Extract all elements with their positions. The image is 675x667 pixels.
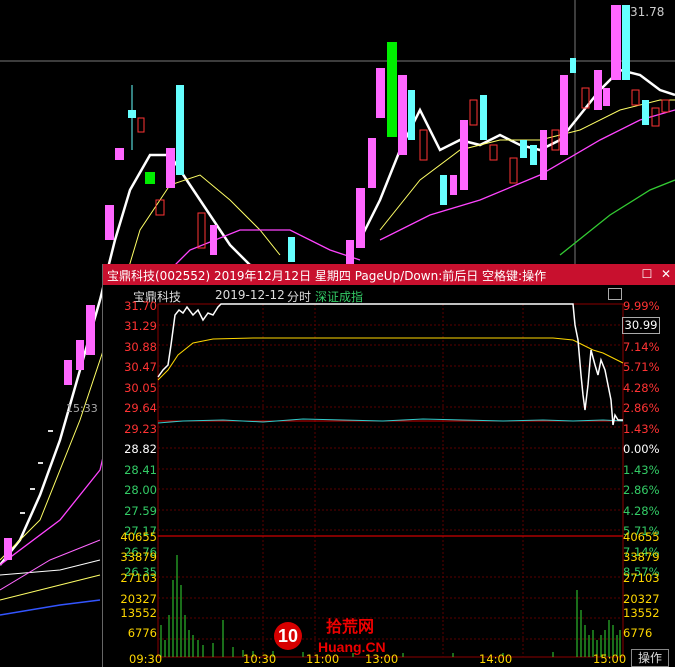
intraday-chart bbox=[157, 303, 624, 658]
volume-label: 40655 bbox=[623, 530, 660, 544]
price-label: 30.47 bbox=[124, 360, 157, 374]
percent-label: 9.99% bbox=[623, 299, 660, 313]
percent-label: 7.14% bbox=[623, 340, 660, 354]
price-label: 31.70 bbox=[124, 299, 157, 313]
time-label: 09:30 bbox=[129, 652, 163, 666]
action-button[interactable]: 操作 bbox=[631, 649, 669, 667]
percent-label: 5.71% bbox=[623, 360, 660, 374]
watermark-brand: 拾荒网 bbox=[326, 617, 374, 636]
watermark-domain: Huang.CN bbox=[318, 639, 386, 655]
popup-title: 宝鼎科技(002552) 2019年12月12日 星期四 PageUp/Down… bbox=[107, 269, 547, 283]
volume-label: 13552 bbox=[120, 606, 157, 620]
percent-label: 1.43% bbox=[623, 463, 660, 477]
volume-label: 33879 bbox=[623, 550, 660, 564]
current-price-box: 30.99 bbox=[622, 317, 660, 334]
percent-label: 4.28% bbox=[623, 504, 660, 518]
price-label: 29.23 bbox=[124, 422, 157, 436]
volume-label: 27103 bbox=[623, 571, 660, 585]
percent-label: 4.28% bbox=[623, 381, 660, 395]
price-label: 27.59 bbox=[124, 504, 157, 518]
volume-label: 6776 bbox=[623, 626, 653, 640]
kline-time-marker: 15:33 bbox=[66, 402, 98, 415]
site-logo-watermark: 10 拾荒网 Huang.CN bbox=[274, 617, 386, 655]
percent-label: 2.86% bbox=[623, 401, 660, 415]
volume-label: 20327 bbox=[120, 592, 157, 606]
price-label: 30.05 bbox=[124, 381, 157, 395]
percent-label: 1.43% bbox=[623, 422, 660, 436]
watermark-number: 10 bbox=[278, 626, 298, 646]
percent-label: 0.00% bbox=[623, 442, 660, 456]
close-icon[interactable]: ✕ bbox=[658, 266, 674, 282]
volume-label: 6776 bbox=[127, 626, 157, 640]
percent-label: 2.86% bbox=[623, 483, 660, 497]
volume-label: 40655 bbox=[120, 530, 157, 544]
time-label: 15:00 bbox=[593, 652, 627, 666]
price-label: 29.64 bbox=[124, 401, 157, 415]
price-label: 30.88 bbox=[124, 340, 157, 354]
kline-top-price-label: 31.78 bbox=[630, 5, 665, 19]
volume-label: 13552 bbox=[623, 606, 660, 620]
volume-label: 33879 bbox=[120, 550, 157, 564]
volume-label: 27103 bbox=[120, 571, 157, 585]
price-label: 28.41 bbox=[124, 463, 157, 477]
price-label: 31.29 bbox=[124, 319, 157, 333]
price-label: 28.00 bbox=[124, 483, 157, 497]
intraday-popup-window[interactable]: 宝鼎科技(002552) 2019年12月12日 星期四 PageUp/Down… bbox=[102, 264, 675, 667]
popup-title-bar[interactable]: 宝鼎科技(002552) 2019年12月12日 星期四 PageUp/Down… bbox=[103, 264, 675, 285]
price-label: 28.82 bbox=[124, 442, 157, 456]
volume-label: 20327 bbox=[623, 592, 660, 606]
maximize-icon[interactable]: ☐ bbox=[639, 266, 655, 282]
time-label: 14:00 bbox=[479, 652, 513, 666]
